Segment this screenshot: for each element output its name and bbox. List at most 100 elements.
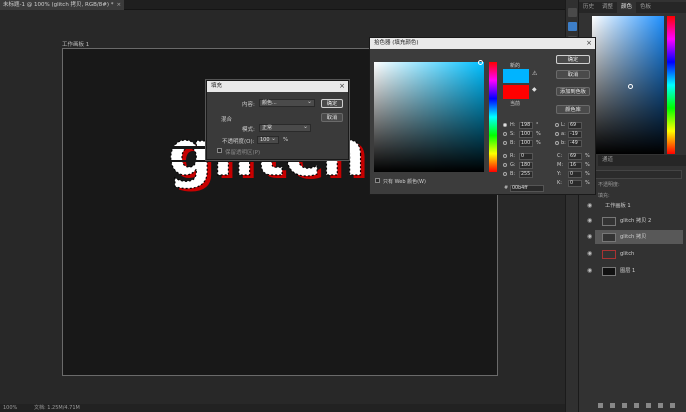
opacity-unit: % (283, 137, 289, 143)
c-input[interactable]: 69 (568, 153, 582, 160)
close-icon[interactable]: × (339, 81, 345, 92)
m-input[interactable]: 16 (568, 162, 582, 169)
radio-lab-b[interactable] (555, 141, 559, 145)
history-icon[interactable] (568, 8, 577, 17)
fx-icon[interactable] (610, 403, 615, 408)
color-panel-icon[interactable] (568, 22, 577, 31)
document-tab-title: 未标题-1 @ 100% (glitch 拷贝, RGB/8#) * (3, 2, 114, 8)
layer-row-artboard[interactable]: ◉ 工作画板 1 (587, 199, 683, 213)
radio-h[interactable] (503, 123, 507, 127)
glitch-slice (162, 160, 322, 162)
tab-channels[interactable]: 通道 (598, 155, 617, 166)
picker-field-marker[interactable] (478, 60, 483, 65)
current-color-label: 当前 (510, 101, 521, 107)
layer-name: 工作画板 1 (605, 203, 631, 209)
eye-icon[interactable]: ◉ (587, 264, 592, 278)
eye-icon[interactable]: ◉ (587, 214, 592, 228)
h-input[interactable]: 198 (519, 122, 533, 129)
tab-history[interactable]: 历史 (579, 2, 598, 13)
k-input[interactable]: 0 (568, 180, 582, 187)
radio-b[interactable] (503, 141, 507, 145)
close-tab-icon[interactable]: × (117, 2, 122, 8)
color-panel-hue-slider[interactable] (667, 16, 675, 154)
eye-icon[interactable]: ◉ (587, 230, 592, 244)
b-input[interactable]: 100 (519, 140, 533, 147)
color-field-marker[interactable] (628, 84, 633, 89)
mode-select[interactable]: 正常 (259, 123, 311, 132)
picker-title: 拾色器 (填充颜色) (374, 40, 419, 46)
g-input[interactable]: 180 (519, 162, 533, 169)
web-safe-icon[interactable]: ◆ (532, 86, 537, 93)
hex-label: # (504, 185, 509, 191)
color-panel-tabs: 历史 调整 颜色 色板 (579, 2, 686, 13)
picker-ok-button[interactable]: 确定 (556, 55, 590, 64)
fill-label: 填充: (598, 193, 610, 199)
b-unit: % (536, 140, 541, 146)
picker-color-field[interactable] (374, 60, 484, 172)
radio-blue[interactable] (503, 172, 507, 176)
ok-button[interactable]: 确定 (321, 99, 343, 108)
picker-title-bar[interactable]: 拾色器 (填充颜色) × (370, 38, 595, 49)
fill-dialog-title: 填充 (211, 83, 223, 89)
m-unit: % (585, 162, 590, 168)
c-unit: % (585, 153, 590, 159)
layer-thumbnail (602, 233, 616, 242)
s-unit: % (536, 131, 541, 137)
opacity-label: 不透明度(O): (222, 139, 255, 145)
k-unit: % (585, 180, 590, 186)
tab-swatches[interactable]: 色板 (636, 2, 655, 13)
layer-thumbnail (602, 267, 616, 276)
r-input[interactable]: 0 (519, 153, 533, 160)
color-panel-field[interactable] (592, 16, 664, 154)
zoom-level[interactable]: 100% (3, 404, 17, 412)
new-layer-icon[interactable] (658, 403, 663, 408)
y-input[interactable]: 0 (568, 171, 582, 178)
radio-s[interactable] (503, 132, 507, 136)
close-icon[interactable]: × (586, 38, 592, 49)
radio-r[interactable] (503, 154, 507, 158)
radio-l[interactable] (555, 123, 559, 127)
add-to-swatches-button[interactable]: 添加到色板 (556, 87, 590, 96)
s-input[interactable]: 100 (519, 131, 533, 138)
mask-icon[interactable] (622, 403, 627, 408)
blue-input[interactable]: 255 (519, 171, 533, 178)
web-colors-checkbox[interactable] (375, 178, 380, 183)
layer-name: 图层 1 (620, 268, 636, 274)
color-libraries-button[interactable]: 颜色库 (556, 105, 590, 114)
preserve-transparency-checkbox[interactable] (217, 148, 222, 153)
status-bar: 100% 文档: 1.25M/4.71M (0, 404, 565, 412)
document-tab[interactable]: 未标题-1 @ 100% (glitch 拷贝, RGB/8#) * × (0, 0, 125, 10)
trash-icon[interactable] (670, 403, 675, 408)
layer-row-glitch-copy[interactable]: ◉ glitch 拷贝 (587, 230, 683, 244)
fill-dialog-title-bar[interactable]: 填充 × (207, 81, 348, 92)
current-color-swatch[interactable] (503, 85, 529, 99)
picker-hue-slider[interactable] (489, 62, 497, 172)
opacity-input[interactable]: 100 (257, 135, 279, 144)
eye-icon[interactable]: ◉ (587, 247, 592, 261)
layer-thumbnail (602, 217, 616, 226)
l-input[interactable]: 69 (568, 122, 582, 129)
tab-adjustments[interactable]: 调整 (598, 2, 617, 13)
a-input[interactable]: -19 (568, 131, 582, 138)
group-icon[interactable] (646, 403, 651, 408)
adjustment-layer-icon[interactable] (634, 403, 639, 408)
picker-cancel-button[interactable]: 取消 (556, 70, 590, 79)
radio-g[interactable] (503, 163, 507, 167)
content-select[interactable]: 颜色... (259, 98, 315, 107)
h-unit: ° (536, 122, 539, 128)
opacity-label: 不透明度: (598, 182, 620, 188)
link-layers-icon[interactable] (598, 403, 603, 408)
layer-row-background[interactable]: ◉ 图层 1 (587, 264, 683, 278)
layers-footer-icons (598, 403, 682, 410)
lab-b-input[interactable]: -49 (568, 140, 582, 147)
hex-input[interactable]: 00b4ff (510, 185, 544, 192)
eye-icon[interactable]: ◉ (587, 199, 592, 213)
tab-color[interactable]: 颜色 (617, 2, 637, 13)
y-unit: % (585, 171, 590, 177)
layer-filter-bar[interactable] (582, 170, 682, 179)
layer-row-glitch[interactable]: ◉ glitch (587, 247, 683, 261)
gamut-warning-icon[interactable]: ⚠ (532, 70, 537, 77)
radio-a[interactable] (555, 132, 559, 136)
cancel-button[interactable]: 取消 (321, 113, 343, 122)
layer-row-glitch-copy-2[interactable]: ◉ glitch 拷贝 2 (587, 214, 683, 228)
